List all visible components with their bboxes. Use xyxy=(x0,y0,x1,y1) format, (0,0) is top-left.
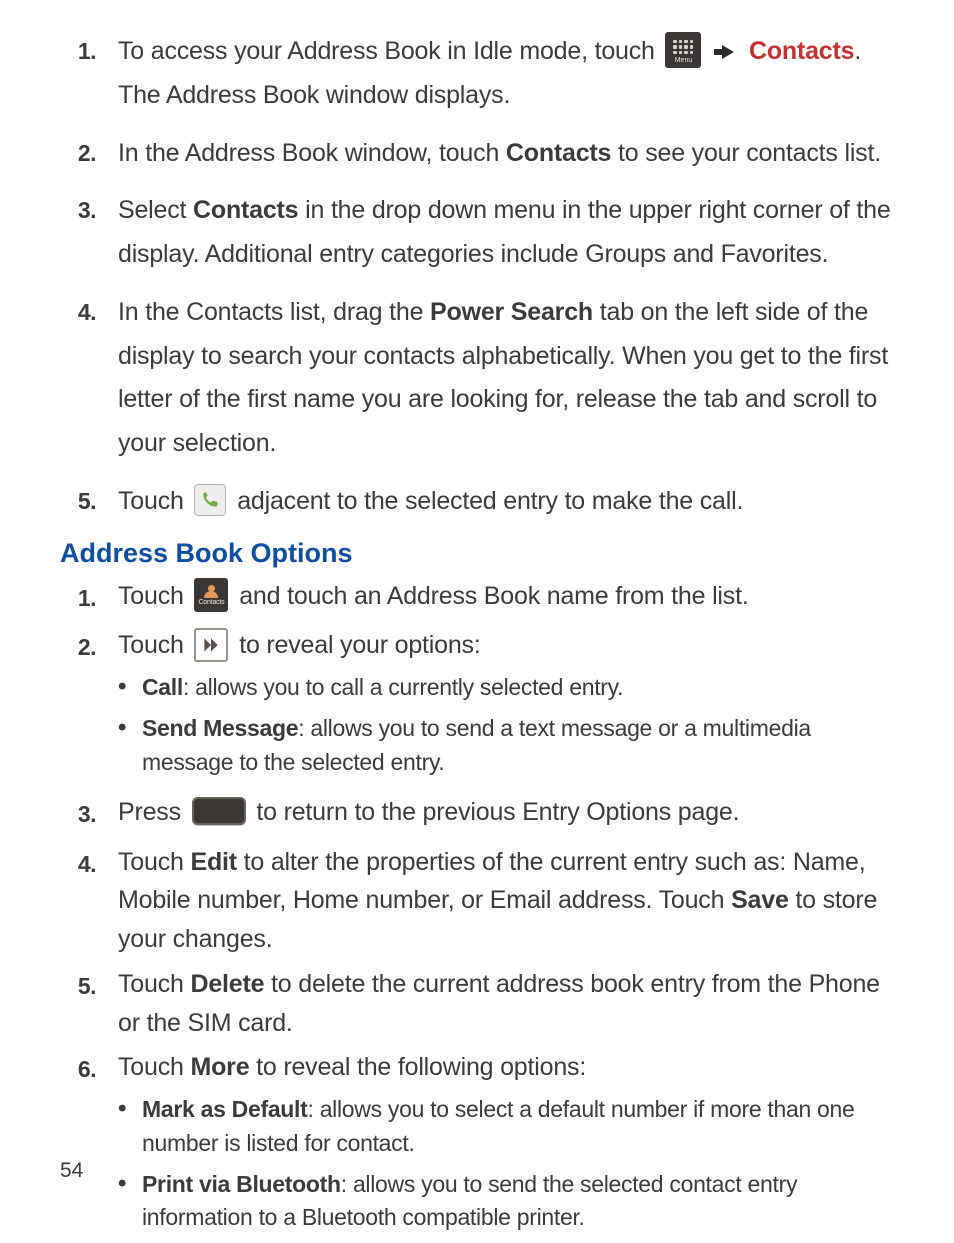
bullet-call: • Call: allows you to call a currently s… xyxy=(118,671,894,704)
step-body: Touch to reveal your options: • Call: al… xyxy=(118,626,894,787)
step-body: Touch More to reveal the following optio… xyxy=(118,1048,894,1242)
double-chevron-icon xyxy=(194,628,228,662)
text: adjacent to the selected entry to make t… xyxy=(237,487,743,515)
call-icon xyxy=(194,484,226,516)
bullet-send-message: • Send Message: allows you to send a tex… xyxy=(118,712,894,779)
option-text: : allows you to call a currently selecte… xyxy=(183,674,623,700)
menu-icon: Menu xyxy=(665,32,701,68)
option-label: Send Message xyxy=(142,715,298,741)
step-number: 4. xyxy=(70,291,96,466)
contacts-label: Contacts xyxy=(506,139,611,167)
opt-step-4: 4. Touch Edit to alter the properties of… xyxy=(70,843,894,959)
option-label: Mark as Default xyxy=(142,1096,308,1122)
power-search-label: Power Search xyxy=(430,298,593,326)
text: to reveal the following options: xyxy=(249,1053,586,1081)
bullet-print-bluetooth: • Print via Bluetooth: allows you to sen… xyxy=(118,1168,894,1235)
opt-step-1: 1. Touch Contacts and touch an Address B… xyxy=(70,577,894,621)
step-number: 4. xyxy=(70,843,96,959)
delete-label: Delete xyxy=(190,970,264,998)
text: Touch xyxy=(118,631,190,659)
text: Touch xyxy=(118,970,190,998)
bullet-icon: • xyxy=(118,1168,132,1235)
arrow-right-icon xyxy=(722,45,734,59)
text: Touch xyxy=(118,1053,190,1081)
opt-step-6: 6. Touch More to reveal the following op… xyxy=(70,1048,894,1242)
step-1: 1. To access your Address Book in Idle m… xyxy=(70,30,894,118)
contacts-icon: Contacts xyxy=(194,578,228,612)
bullet-icon: • xyxy=(118,1093,132,1160)
back-button-icon xyxy=(192,797,246,825)
contacts-icon-label: Contacts xyxy=(198,599,224,606)
text: to reveal your options: xyxy=(239,631,480,659)
opt-step-3: 3. Press to return to the previous Entry… xyxy=(70,793,894,837)
step-2: 2. In the Address Book window, touch Con… xyxy=(70,132,894,176)
text: Touch xyxy=(118,487,190,515)
more-bullets: • Mark as Default: allows you to select … xyxy=(118,1093,894,1234)
text: Touch xyxy=(118,848,190,876)
step-number: 2. xyxy=(70,132,96,176)
text: Select xyxy=(118,196,193,224)
step-body: Touch adjacent to the selected entry to … xyxy=(118,480,894,524)
section-heading: Address Book Options xyxy=(60,538,894,569)
step-3: 3. Select Contacts in the drop down menu… xyxy=(70,189,894,277)
text: Press xyxy=(118,798,188,826)
bullet-icon: • xyxy=(118,671,132,704)
page-number: 54 xyxy=(60,1159,83,1183)
step-body: Touch Contacts and touch an Address Book… xyxy=(118,577,894,621)
text: and touch an Address Book name from the … xyxy=(239,582,748,610)
menu-icon-label: Menu xyxy=(675,57,693,64)
step-number: 2. xyxy=(70,626,96,787)
step-number: 1. xyxy=(70,30,96,118)
text: Touch xyxy=(118,582,190,610)
opt-step-2: 2. Touch to reveal your options: • Call:… xyxy=(70,626,894,787)
step-number: 5. xyxy=(70,480,96,524)
step-4: 4. In the Contacts list, drag the Power … xyxy=(70,291,894,466)
step-number: 3. xyxy=(70,793,96,837)
option-label: Print via Bluetooth xyxy=(142,1171,341,1197)
bullet-mark-default: • Mark as Default: allows you to select … xyxy=(118,1093,894,1160)
text: To access your Address Book in Idle mode… xyxy=(118,37,661,65)
options-bullets: • Call: allows you to call a currently s… xyxy=(118,671,894,779)
address-book-access-steps: 1. To access your Address Book in Idle m… xyxy=(70,30,894,524)
step-body: In the Address Book window, touch Contac… xyxy=(118,132,894,176)
text: In the Contacts list, drag the xyxy=(118,298,430,326)
bullet-icon: • xyxy=(118,712,132,779)
opt-step-5: 5. Touch Delete to delete the current ad… xyxy=(70,965,894,1043)
step-number: 6. xyxy=(70,1048,96,1242)
step-number: 5. xyxy=(70,965,96,1043)
step-body: Press to return to the previous Entry Op… xyxy=(118,793,894,837)
step-number: 1. xyxy=(70,577,96,621)
edit-label: Edit xyxy=(190,848,236,876)
save-label: Save xyxy=(731,886,789,914)
text: to return to the previous Entry Options … xyxy=(256,798,739,826)
step-body: Touch Edit to alter the properties of th… xyxy=(118,843,894,959)
address-book-options-steps: 1. Touch Contacts and touch an Address B… xyxy=(70,577,894,1243)
step-body: To access your Address Book in Idle mode… xyxy=(118,30,894,118)
text: to see your contacts list. xyxy=(611,139,881,167)
option-label: Call xyxy=(142,674,183,700)
contacts-link: Contacts xyxy=(749,37,854,65)
step-5: 5. Touch adjacent to the selected entry … xyxy=(70,480,894,524)
step-body: Touch Delete to delete the current addre… xyxy=(118,965,894,1043)
step-body: Select Contacts in the drop down menu in… xyxy=(118,189,894,277)
step-body: In the Contacts list, drag the Power Sea… xyxy=(118,291,894,466)
step-number: 3. xyxy=(70,189,96,277)
text: In the Address Book window, touch xyxy=(118,139,506,167)
contacts-label: Contacts xyxy=(193,196,298,224)
more-label: More xyxy=(190,1053,249,1081)
